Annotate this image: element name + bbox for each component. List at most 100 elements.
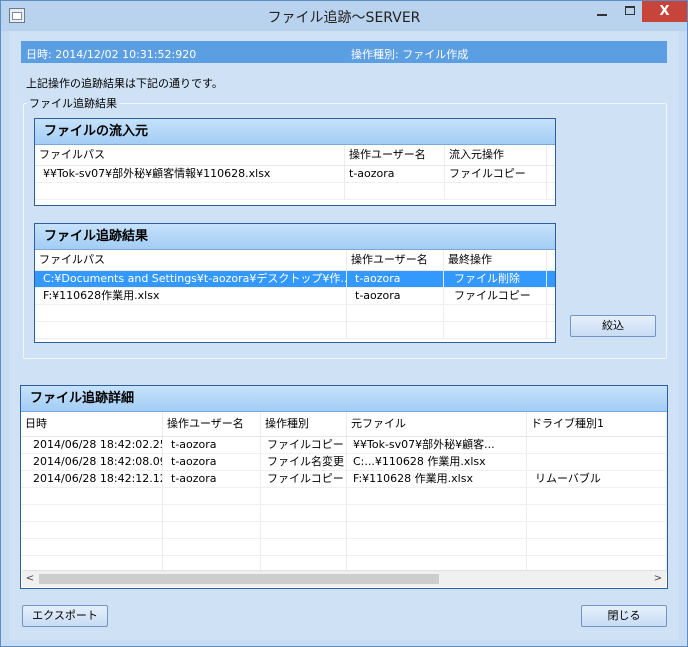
close-button[interactable]: 閉じる [581, 605, 667, 627]
column-header-datetime[interactable]: 日時 [21, 412, 163, 436]
scroll-right-icon[interactable]: > [650, 571, 666, 587]
empty-cell [347, 522, 527, 538]
column-header-source-file[interactable]: 元ファイル [347, 412, 527, 436]
detail-grid: 日時 操作ユーザー名 操作種別 元ファイル ドライブ種別1 2014/06/28… [21, 412, 667, 573]
result-grid: ファイルパス 操作ユーザー名 最終操作 C:¥Documents and Set… [35, 250, 555, 339]
cell-user: t-aozora [347, 271, 444, 287]
tracking-result-group-label: ファイル追跡結果 [27, 95, 119, 111]
cell-op-type: ファイルコピー [261, 437, 347, 453]
window-title: ファイル追跡～SERVER [267, 10, 421, 26]
cell-drive-type [527, 437, 667, 453]
table-row[interactable]: 2014/06/28 18:42:08.093 t-aozora ファイル名変更… [21, 454, 667, 471]
cell-user: t-aozora [347, 288, 444, 304]
minimize-icon[interactable] [589, 1, 615, 22]
empty-cell [35, 322, 347, 338]
empty-cell [163, 505, 261, 521]
empty-cell [347, 488, 527, 504]
cell-user: t-aozora [163, 454, 261, 470]
cell-source-file: F:¥110628 作業用.xlsx [347, 471, 527, 487]
empty-cell [21, 522, 163, 538]
empty-cell [347, 505, 527, 521]
title-bar[interactable]: ファイル追跡～SERVER X [1, 1, 687, 31]
table-row-empty [21, 488, 667, 505]
cell-datetime: 2014/06/28 18:42:12.128 [21, 471, 163, 487]
empty-cell [527, 488, 667, 504]
column-header-file-path[interactable]: ファイルパス [35, 250, 347, 270]
empty-cell [35, 183, 345, 199]
empty-cell [527, 522, 667, 538]
table-row-empty [21, 522, 667, 539]
empty-cell [345, 183, 445, 199]
empty-cell [261, 539, 347, 555]
cell-last-op: ファイル削除 [444, 271, 547, 287]
empty-cell [21, 505, 163, 521]
client-area: 日時: 2014/12/02 10:31:52:920 操作種別: ファイル作成… [9, 31, 679, 640]
table-row-empty [35, 305, 555, 322]
cell-datetime: 2014/06/28 18:42:08.093 [21, 454, 163, 470]
cell-drive-type [527, 454, 667, 470]
empty-cell [21, 539, 163, 555]
empty-cell [261, 522, 347, 538]
empty-cell [261, 488, 347, 504]
cell-file-path: C:¥Documents and Settings¥t-aozora¥デスクトッ… [35, 271, 347, 287]
horizontal-scrollbar[interactable]: < > [22, 570, 666, 587]
operation-datetime: 日時: 2014/12/02 10:31:52:920 [26, 48, 197, 61]
table-row-empty [35, 322, 555, 339]
empty-cell [527, 505, 667, 521]
column-header-drive-type[interactable]: ドライブ種別1 [527, 412, 667, 436]
table-row-empty [21, 539, 667, 556]
cell-drive-type: リムーバブル [527, 471, 667, 487]
column-header-source-op[interactable]: 流入元操作 [445, 145, 547, 165]
empty-cell [163, 488, 261, 504]
table-row-empty [35, 183, 555, 200]
empty-cell [35, 305, 347, 321]
table-row[interactable]: F:¥110628作業用.xlsx t-aozora ファイルコピー [35, 288, 555, 305]
cell-datetime: 2014/06/28 18:42:02.250 [21, 437, 163, 453]
detail-panel-title: ファイル追跡詳細 [21, 386, 667, 412]
cell-source-file: C:...¥110628 作業用.xlsx [347, 454, 527, 470]
empty-cell [347, 305, 444, 321]
table-row-empty [21, 505, 667, 522]
scroll-left-icon[interactable]: < [22, 571, 38, 587]
empty-cell [261, 505, 347, 521]
export-button[interactable]: エクスポート [22, 605, 108, 627]
cell-last-op: ファイルコピー [444, 288, 547, 304]
cell-source-op: ファイルコピー [445, 166, 547, 182]
detail-grid-header: 日時 操作ユーザー名 操作種別 元ファイル ドライブ種別1 [21, 412, 667, 437]
empty-cell [445, 183, 547, 199]
column-header-user[interactable]: 操作ユーザー名 [345, 145, 445, 165]
maximize-icon[interactable] [617, 1, 643, 22]
empty-cell [21, 488, 163, 504]
cell-op-type: ファイル名変更 [261, 454, 347, 470]
table-row-selected[interactable]: C:¥Documents and Settings¥t-aozora¥デスクトッ… [35, 271, 555, 288]
column-header-op-type[interactable]: 操作種別 [261, 412, 347, 436]
window: ファイル追跡～SERVER X 日時: 2014/12/02 10:31:52:… [0, 0, 688, 647]
source-panel-title: ファイルの流入元 [35, 119, 555, 145]
table-row[interactable]: 2014/06/28 18:42:02.250 t-aozora ファイルコピー… [21, 437, 667, 454]
cell-user: t-aozora [345, 166, 445, 182]
empty-cell [527, 539, 667, 555]
result-panel-title: ファイル追跡結果 [35, 224, 555, 250]
detail-panel: ファイル追跡詳細 日時 操作ユーザー名 操作種別 元ファイル ドライブ種別1 2… [20, 385, 668, 589]
empty-cell [444, 322, 547, 338]
scrollbar-thumb[interactable] [39, 574, 439, 584]
cell-op-type: ファイルコピー [261, 471, 347, 487]
result-grid-header: ファイルパス 操作ユーザー名 最終操作 [35, 250, 555, 271]
empty-cell [163, 522, 261, 538]
empty-cell [163, 539, 261, 555]
column-header-file-path[interactable]: ファイルパス [35, 145, 345, 165]
source-grid: ファイルパス 操作ユーザー名 流入元操作 ¥¥Tok-sv07¥部外秘¥顧客情報… [35, 145, 555, 200]
column-header-last-op[interactable]: 最終操作 [444, 250, 547, 270]
filter-button[interactable]: 絞込 [570, 315, 656, 337]
cell-file-path: F:¥110628作業用.xlsx [35, 288, 347, 304]
cell-source-file: ¥¥Tok-sv07¥部外秘¥顧客... [347, 437, 527, 453]
operation-info-band: 日時: 2014/12/02 10:31:52:920 操作種別: ファイル作成 [21, 41, 667, 63]
table-row[interactable]: ¥¥Tok-sv07¥部外秘¥顧客情報¥110628.xlsx t-aozora… [35, 166, 555, 183]
table-row[interactable]: 2014/06/28 18:42:12.128 t-aozora ファイルコピー… [21, 471, 667, 488]
column-header-user[interactable]: 操作ユーザー名 [347, 250, 444, 270]
empty-cell [347, 539, 527, 555]
column-header-user[interactable]: 操作ユーザー名 [163, 412, 261, 436]
empty-cell [347, 322, 444, 338]
source-grid-header: ファイルパス 操作ユーザー名 流入元操作 [35, 145, 555, 166]
close-icon[interactable]: X [642, 1, 687, 22]
